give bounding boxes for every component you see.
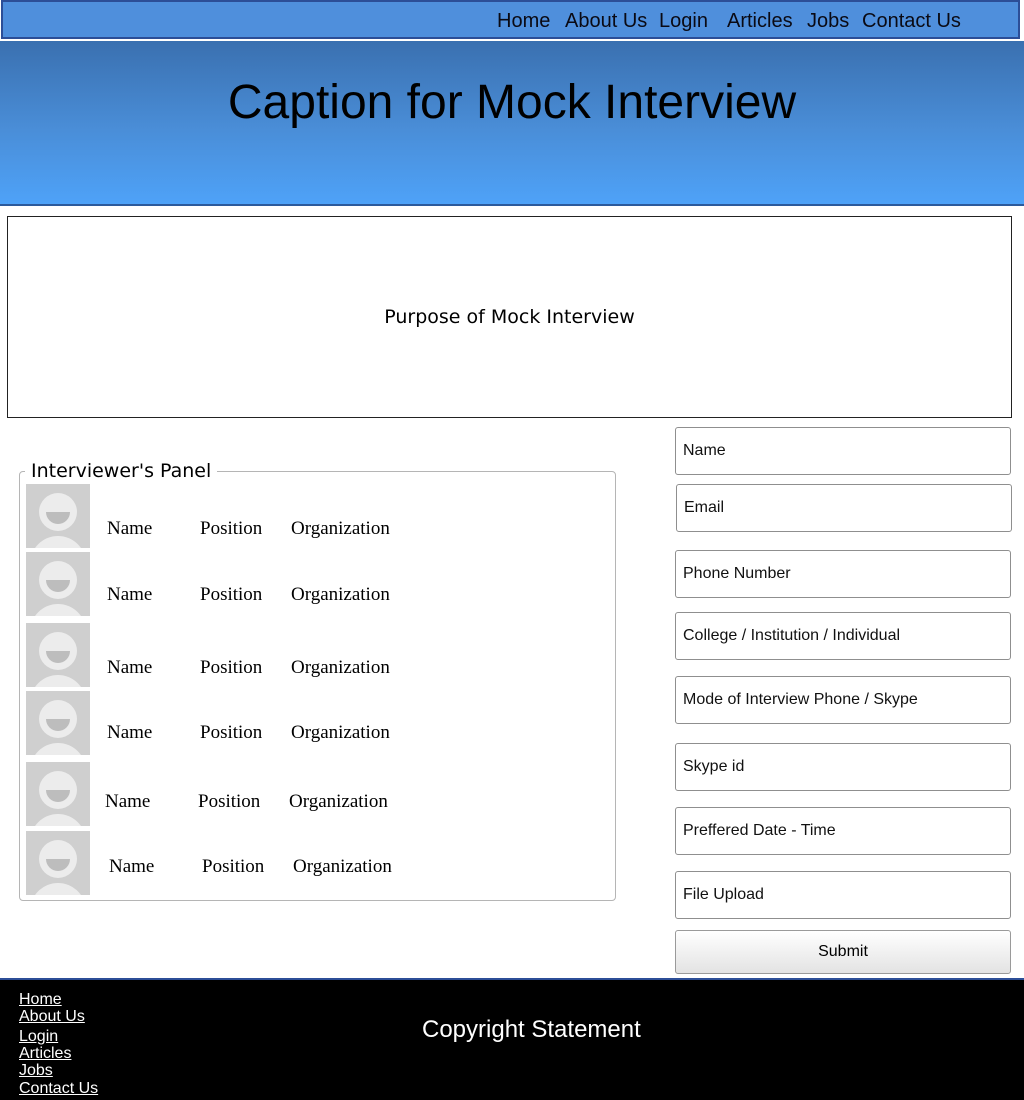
purpose-box: Purpose of Mock Interview <box>7 216 1012 418</box>
submit-button[interactable]: Submit <box>675 930 1011 974</box>
phone-number-input[interactable] <box>681 564 1010 584</box>
footer-link-articles[interactable]: Articles <box>19 1045 71 1063</box>
footer-link-contact-us[interactable]: Contact Us <box>19 1080 98 1098</box>
college-institution-field[interactable] <box>675 612 1011 660</box>
nav-link-contact-us[interactable]: Contact Us <box>862 10 961 33</box>
nav-link-articles[interactable]: Articles <box>727 10 793 33</box>
college-institution-input[interactable] <box>681 626 1010 646</box>
interviewer-row: Name Position Organization <box>26 623 426 687</box>
user-avatar-icon <box>26 831 90 895</box>
user-avatar-icon <box>26 691 90 755</box>
interviewer-name: Name <box>107 722 153 743</box>
interviewer-name: Name <box>107 584 153 605</box>
interviewer-position: Position <box>200 584 263 605</box>
interviewer-organization: Organization <box>293 856 392 877</box>
email-field[interactable] <box>676 484 1012 532</box>
footer-link-home[interactable]: Home <box>19 991 62 1009</box>
nav-link-about-us[interactable]: About Us <box>565 10 647 33</box>
interviewer-position: Position <box>198 791 261 812</box>
email-input[interactable] <box>682 498 1011 518</box>
interviewer-name: Name <box>107 657 153 678</box>
skype-id-input[interactable] <box>681 757 1010 777</box>
interviewer-row: Name Position Organization <box>26 691 426 755</box>
preferred-date-time-input[interactable] <box>681 821 1010 841</box>
user-avatar-icon <box>26 623 90 687</box>
interviewer-position: Position <box>200 657 263 678</box>
page-title: Caption for Mock Interview <box>227 76 797 129</box>
interview-mode-field[interactable] <box>675 676 1011 724</box>
user-avatar-icon <box>26 484 90 548</box>
user-avatar-icon <box>26 762 90 826</box>
footer-link-jobs[interactable]: Jobs <box>19 1062 53 1080</box>
footer-link-login[interactable]: Login <box>19 1028 58 1046</box>
interviewer-row: Name Position Organization <box>26 762 426 826</box>
interviewer-organization: Organization <box>291 657 390 678</box>
skype-id-field[interactable] <box>675 743 1011 791</box>
interviewer-name: Name <box>105 791 151 812</box>
interviewer-position: Position <box>200 722 263 743</box>
interviewer-name: Name <box>109 856 155 877</box>
footer-link-about-us[interactable]: About Us <box>19 1008 85 1026</box>
interviewer-row: Name Position Organization <box>26 831 426 895</box>
preferred-date-time-field[interactable] <box>675 807 1011 855</box>
interviewer-panel-title: Interviewer's Panel <box>25 460 218 482</box>
top-nav-bar: Home About Us Login Articles Jobs Contac… <box>1 0 1020 39</box>
interviewer-organization: Organization <box>291 722 390 743</box>
interviewer-organization: Organization <box>291 584 390 605</box>
interviewer-row: Name Position Organization <box>26 484 426 548</box>
nav-link-jobs[interactable]: Jobs <box>807 10 849 33</box>
file-upload-field[interactable] <box>675 871 1011 919</box>
user-avatar-icon <box>26 552 90 616</box>
interviewer-position: Position <box>200 518 263 539</box>
interviewer-row: Name Position Organization <box>26 552 426 616</box>
interviewer-name: Name <box>107 518 153 539</box>
phone-number-field[interactable] <box>675 550 1011 598</box>
page-header: Caption for Mock Interview <box>0 41 1024 206</box>
nav-link-home[interactable]: Home <box>497 10 550 33</box>
purpose-text: Purpose of Mock Interview <box>384 306 635 328</box>
file-upload-input[interactable] <box>681 885 1010 905</box>
name-input[interactable] <box>681 441 1010 461</box>
nav-link-login[interactable]: Login <box>659 10 708 33</box>
interviewer-position: Position <box>202 856 265 877</box>
interview-mode-input[interactable] <box>681 690 1010 710</box>
name-field[interactable] <box>675 427 1011 475</box>
interviewer-organization: Organization <box>291 518 390 539</box>
copyright-text: Copyright Statement <box>422 1016 641 1043</box>
interviewer-organization: Organization <box>289 791 388 812</box>
